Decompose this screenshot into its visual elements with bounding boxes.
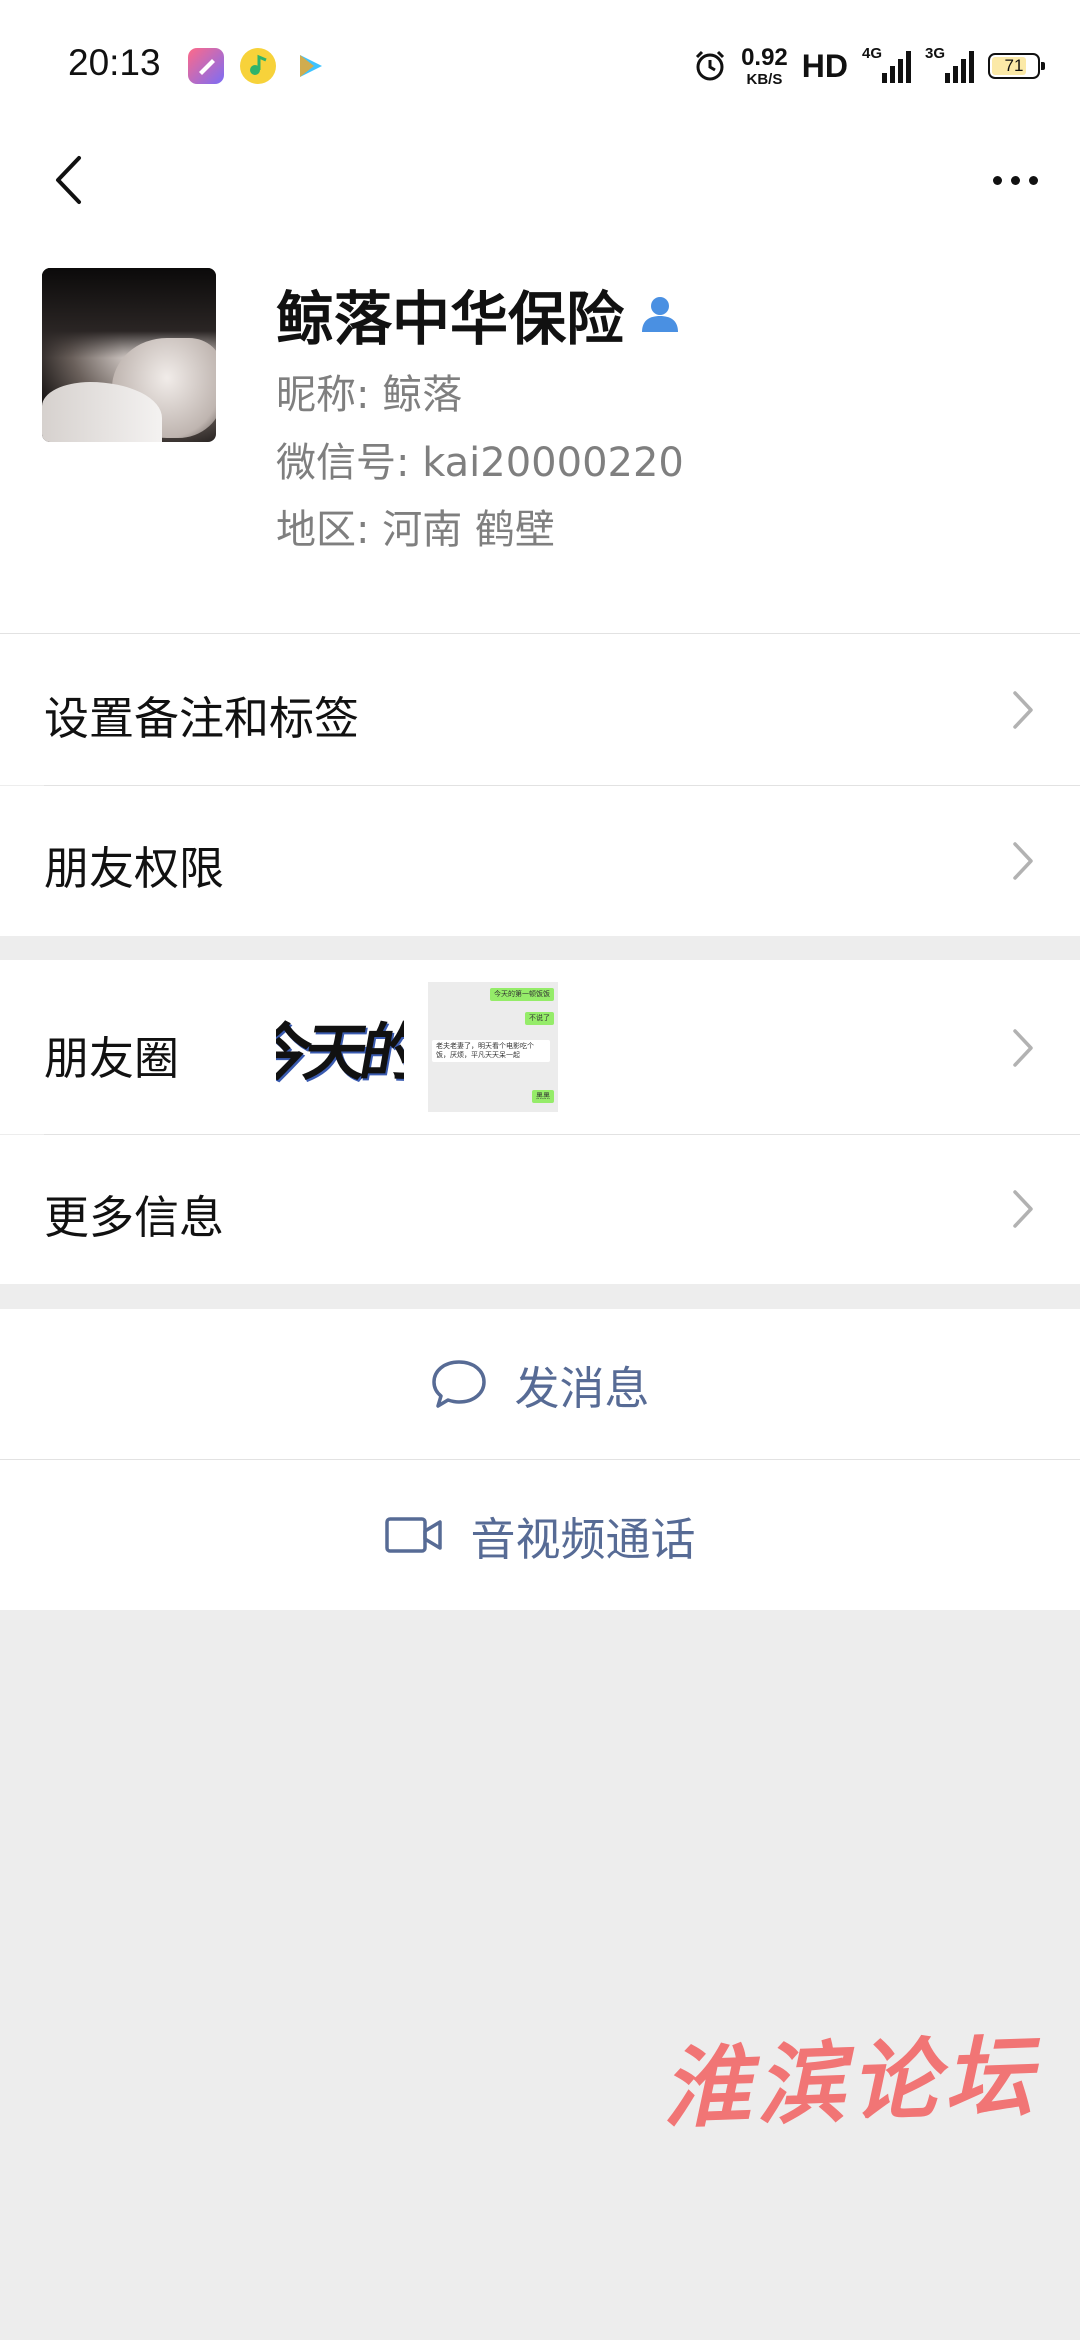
sim1-network-label: 4G	[862, 45, 883, 62]
chat-bubble: 不说了	[525, 1012, 554, 1026]
moments-thumbnail-text: 今天的	[276, 1016, 404, 1089]
status-time: 20:13	[68, 42, 161, 83]
profile-name-row: 鲸落中华保险	[276, 272, 682, 356]
forum-watermark: 淮滨论坛	[660, 2023, 1040, 2141]
contact-person-icon	[642, 297, 679, 332]
sim2-network-label: 3G	[925, 45, 946, 62]
battery-level: 71	[1004, 56, 1024, 75]
more-dot-icon	[992, 175, 1002, 185]
wechat-id-line: 微信号: kai20000220	[276, 440, 684, 486]
friend-permissions-label: 朋友权限	[44, 842, 225, 895]
chat-bubble: 黑黑	[532, 1090, 554, 1104]
more-dot-icon	[1010, 175, 1020, 185]
chat-bubble: 今天的第一顿饭饭	[490, 988, 554, 1002]
av-call-label: 音视频通话	[470, 1512, 696, 1566]
chevron-right-icon	[1013, 842, 1033, 880]
back-button[interactable]	[28, 130, 108, 230]
network-speed-unit: KB/S	[746, 70, 783, 88]
more-info-label: 更多信息	[44, 1191, 225, 1244]
back-arrow-icon	[56, 156, 81, 204]
screen-recorder-app-icon	[188, 48, 224, 84]
avatar[interactable]	[42, 268, 216, 442]
send-message-label: 发消息	[514, 1361, 650, 1415]
remark-tags-label: 设置备注和标签	[44, 692, 360, 745]
profile-header: 鲸落中华保险 昵称: 鲸落 微信号: kai20000220 地区: 河南 鹤壁	[0, 240, 1080, 633]
chevron-right-icon	[1013, 691, 1033, 729]
send-message-button[interactable]: 发消息	[0, 1309, 1080, 1459]
chat-bubble-icon	[432, 1360, 487, 1408]
video-app-icon	[292, 48, 328, 84]
status-indicators: 0.92 KB/S HD 4G 3G 71	[693, 40, 1045, 92]
moments-thumbnail-calligraphy: 今天的	[276, 982, 404, 1112]
alarm-icon	[696, 50, 725, 81]
region-line: 地区: 河南 鹤壁	[276, 507, 555, 553]
nickname-line: 昵称: 鲸落	[276, 372, 463, 418]
chevron-right-icon	[1013, 1029, 1033, 1067]
moments-thumbnail-chat: 今天的第一顿饭饭 不说了 老夫老妻了，明天看个电影吃个饭，厌烦，平凡天天呆一起 …	[428, 982, 558, 1112]
qq-music-app-icon	[240, 48, 276, 84]
av-call-button[interactable]: 音视频通话	[0, 1460, 1080, 1610]
status-bar: 20:13 0.92 KB/S HD 4G 3G 71	[0, 0, 1080, 130]
top-nav-bar	[0, 130, 1080, 240]
battery-icon: 71	[988, 53, 1045, 79]
moments-label: 朋友圈	[44, 1032, 180, 1085]
contact-profile-page: 20:13 0.92 KB/S HD 4G 3G 71 鲸落中华保险 昵称: 鲸…	[0, 0, 1080, 2340]
more-info-cell[interactable]: 更多信息	[0, 1135, 1080, 1284]
sim1-signal-icon: 4G	[862, 45, 911, 83]
more-options-button[interactable]	[970, 130, 1060, 230]
chat-bubble: 老夫老妻了，明天看个电影吃个饭，厌烦，平凡天天呆一起	[432, 1040, 550, 1063]
chevron-right-icon	[1013, 1190, 1033, 1228]
sim2-signal-icon: 3G	[925, 45, 974, 83]
video-camera-icon	[385, 1517, 443, 1553]
moments-cell[interactable]: 朋友圈 今天的 今天的第一顿饭饭 不说了 老夫老妻了，明天看个电影吃个饭，厌烦，…	[0, 960, 1080, 1134]
friend-permissions-cell[interactable]: 朋友权限	[0, 786, 1080, 936]
profile-name: 鲸落中华保险	[276, 285, 625, 353]
network-speed: 0.92 KB/S	[741, 43, 788, 88]
more-dot-icon	[1028, 175, 1038, 185]
moments-thumbnails: 今天的 今天的第一顿饭饭 不说了 老夫老妻了，明天看个电影吃个饭，厌烦，平凡天天…	[276, 982, 558, 1112]
network-speed-value: 0.92	[741, 43, 788, 71]
hd-indicator: HD	[801, 47, 848, 84]
remark-tags-cell[interactable]: 设置备注和标签	[0, 634, 1080, 785]
